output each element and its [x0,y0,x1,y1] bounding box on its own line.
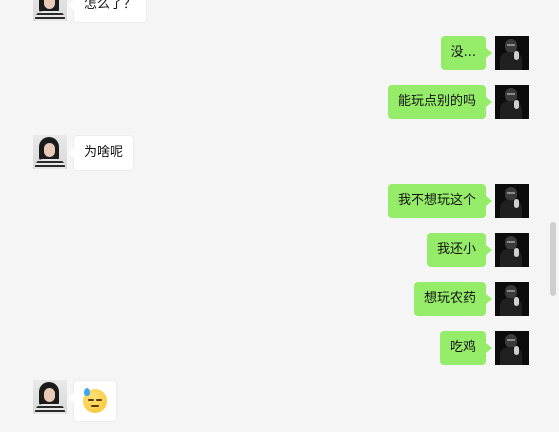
message-received: 为啥呢 [33,135,135,171]
vertical-scrollbar[interactable] [550,222,556,296]
message-sent: 我还小 [426,233,529,267]
message-received [33,380,117,422]
self-avatar[interactable] [495,282,529,316]
message-bubble[interactable]: 吃鸡 [439,331,493,365]
sweat-downcast-emoji-icon [83,388,107,413]
message-bubble[interactable]: 想玩农药 [413,282,493,316]
self-avatar[interactable] [495,85,529,119]
message-bubble[interactable]: 怎么了？ [67,0,148,23]
message-bubble[interactable]: 我还小 [426,233,493,267]
message-sent: 想玩农药 [413,282,529,316]
self-avatar[interactable] [495,233,529,267]
contact-avatar[interactable] [33,380,67,414]
self-avatar[interactable] [495,36,529,70]
message-sent: 没... [440,36,529,70]
self-avatar[interactable] [495,184,529,218]
message-bubble[interactable]: 没... [440,36,493,70]
message-bubble[interactable]: 能玩点别的吗 [387,85,493,119]
message-sent: 能玩点别的吗 [387,85,529,119]
contact-avatar[interactable] [33,0,67,21]
self-avatar[interactable] [495,331,529,365]
chat-message-area[interactable]: 怎么了？ 没... 能玩点别的吗 为啥呢 我不想玩这个 我还小 想玩农药 吃鸡 [0,0,559,432]
contact-avatar[interactable] [33,135,67,169]
message-bubble[interactable] [68,380,117,422]
message-received: 怎么了？ [33,0,148,23]
message-sent: 我不想玩这个 [387,184,529,218]
message-bubble[interactable]: 我不想玩这个 [387,184,493,218]
message-bubble[interactable]: 为啥呢 [67,135,135,171]
message-sent: 吃鸡 [439,331,529,365]
